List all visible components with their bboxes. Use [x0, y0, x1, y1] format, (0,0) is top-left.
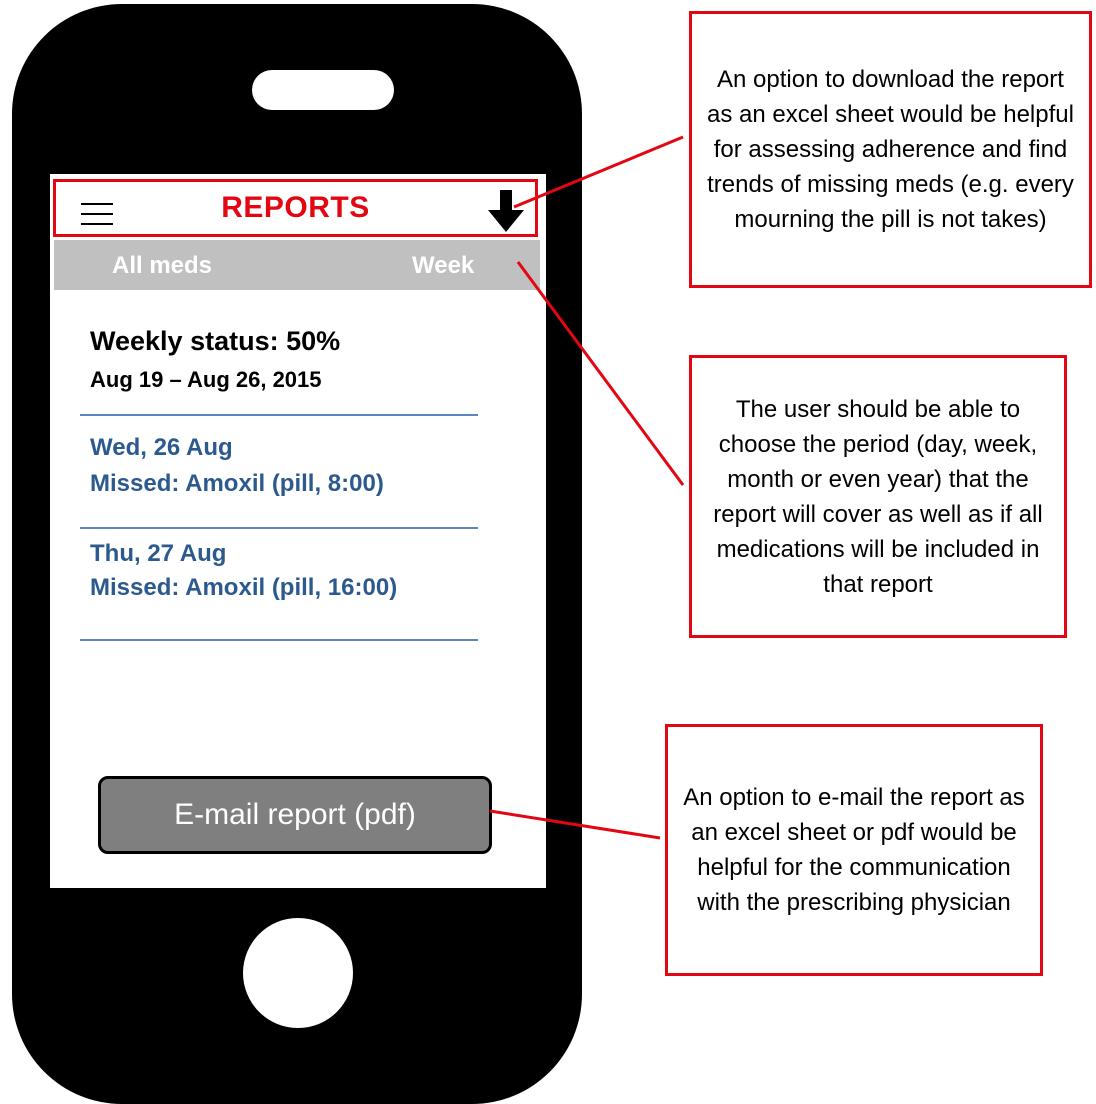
phone-speaker: [252, 70, 394, 110]
filter-bar: All meds Week: [54, 240, 540, 290]
annotation-email: An option to e-mail the report as an exc…: [665, 724, 1043, 976]
annotation-text: An option to e-mail the report as an exc…: [683, 784, 1025, 916]
annotation-text: An option to download the report as an e…: [707, 66, 1074, 233]
download-arrow-icon[interactable]: [488, 190, 524, 232]
entry-date: Wed, 26 Aug: [90, 434, 233, 461]
date-range: Aug 19 – Aug 26, 2015: [90, 367, 322, 392]
divider: [80, 527, 478, 529]
home-button: [243, 918, 353, 1028]
entry-missed-dose: Missed: Amoxil (pill, 16:00): [90, 574, 398, 601]
page-title: REPORTS: [221, 191, 370, 224]
annotation-text: The user should be able to choose the pe…: [713, 395, 1043, 598]
divider: [80, 639, 478, 641]
email-report-button[interactable]: E-mail report (pdf): [98, 776, 492, 854]
entry-date: Thu, 27 Aug: [90, 540, 227, 567]
period-filter[interactable]: Week: [412, 252, 474, 280]
divider: [80, 414, 478, 416]
entry-missed-dose: Missed: Amoxil (pill, 8:00): [90, 470, 384, 497]
annotation-period: The user should be able to choose the pe…: [689, 355, 1067, 638]
phone-screen: REPORTS All meds Week Weekly status: 50%…: [50, 174, 546, 888]
annotation-download: An option to download the report as an e…: [689, 11, 1092, 288]
phone-frame: REPORTS All meds Week Weekly status: 50%…: [12, 4, 582, 1104]
weekly-status: Weekly status: 50%: [90, 326, 341, 356]
medication-filter[interactable]: All meds: [112, 252, 212, 280]
app-header: REPORTS: [53, 179, 538, 237]
